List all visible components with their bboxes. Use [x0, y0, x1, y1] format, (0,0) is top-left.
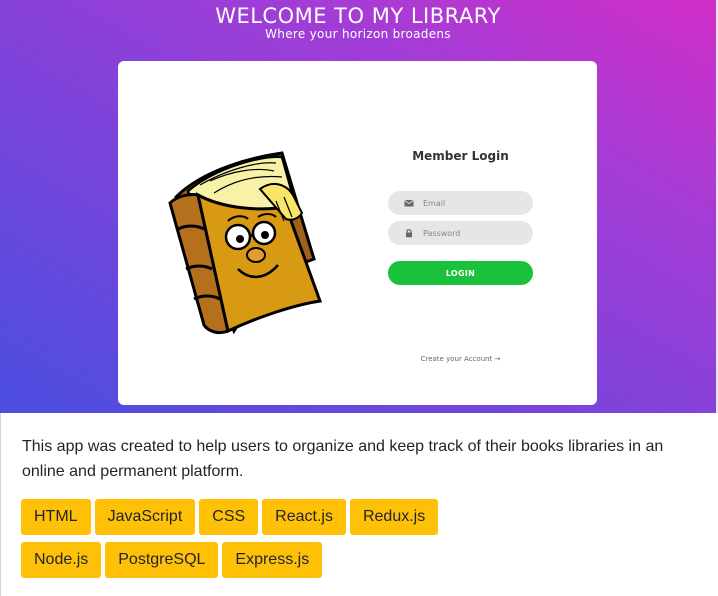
tag-redux[interactable]: Redux.js	[349, 499, 439, 535]
password-placeholder: Password	[423, 228, 461, 238]
login-card: Member Login Email Password LOGIN Create…	[118, 61, 597, 405]
member-login-heading: Member Login	[412, 149, 509, 163]
hero-subtitle: Where your horizon broadens	[265, 27, 451, 41]
tag-postgresql[interactable]: PostgreSQL	[105, 542, 219, 578]
tag-css[interactable]: CSS	[199, 499, 259, 535]
tag-javascript[interactable]: JavaScript	[94, 499, 196, 535]
tag-react[interactable]: React.js	[262, 499, 346, 535]
left-border	[0, 413, 1, 596]
tech-tags-row-2: Node.js PostgreSQL Express.js	[21, 542, 323, 578]
app-description: This app was created to help users to or…	[22, 438, 664, 480]
lock-icon	[406, 229, 412, 238]
tech-tags-row-1: HTML JavaScript CSS React.js Redux.js	[21, 499, 439, 535]
tag-nodejs[interactable]: Node.js	[21, 542, 102, 578]
create-account-link[interactable]: Create your Account →	[388, 355, 533, 363]
email-placeholder: Email	[423, 198, 446, 208]
tag-html[interactable]: HTML	[21, 499, 91, 535]
tag-expressjs[interactable]: Express.js	[222, 542, 323, 578]
password-field[interactable]: Password	[388, 221, 533, 245]
hero-banner: WELCOME TO MY LIBRARY Where your horizon…	[0, 0, 716, 413]
email-field[interactable]: Email	[388, 191, 533, 215]
envelope-icon	[404, 200, 414, 207]
login-button[interactable]: LOGIN	[388, 261, 533, 285]
hero-title: WELCOME TO MY LIBRARY	[215, 4, 501, 28]
book-mascot-illustration	[168, 151, 323, 335]
